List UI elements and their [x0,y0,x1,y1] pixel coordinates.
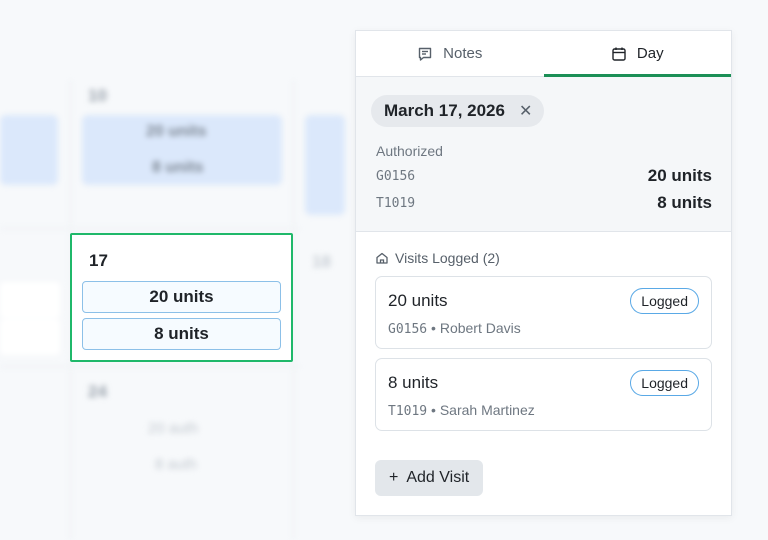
prev-week-row [0,282,60,318]
day-number-prev-row: 10 [88,86,107,105]
selected-day-cell[interactable]: 17 20 units 8 units [70,233,293,362]
day-summary: March 17, 2026 ✕ Authorized G0156 20 uni… [356,77,731,232]
add-visit-button[interactable]: + Add Visit [375,460,484,496]
grid-line [0,366,300,367]
day-number: 17 [89,251,108,270]
panel-tabs: Notes Day [356,31,731,77]
plus-icon: + [389,469,399,486]
authorized-code: T1019 [376,195,416,211]
tab-notes-label: Notes [443,45,483,62]
tab-day[interactable]: Day [543,31,732,77]
visit-meta: G0156 • Robert Davis [388,320,699,337]
visit-meta: T1019 • Sarah Martinez [388,402,699,419]
visits-section: Visits Logged (2) 20 units G0156 • Rober… [356,232,731,496]
tab-day-label: Day [636,45,664,62]
authorized-row: G0156 20 units [371,166,712,186]
grid-line [0,228,300,229]
visit-person: Sarah Martinez [439,402,535,418]
prev-day-chip: 8 units [152,159,204,176]
separator-dot: • [431,402,440,418]
next-row-chip: 20 auth [148,420,199,437]
visit-code: G0156 [388,322,428,337]
visit-card[interactable]: 8 units T1019 • Sarah Martinez Logged [375,358,712,431]
day-number-next: 18 [312,252,331,271]
visits-header: Visits Logged (2) [375,250,712,266]
status-badge: Logged [630,288,699,314]
tab-notes[interactable]: Notes [356,31,544,76]
date-pill: March 17, 2026 ✕ [371,95,545,127]
next-row-chip: 8 auth [155,456,197,473]
visit-card[interactable]: 20 units G0156 • Robert Davis Logged [375,276,712,349]
status-badge: Logged [630,370,699,396]
authorized-units: 8 units [657,193,712,212]
close-icon[interactable]: ✕ [519,101,532,121]
unit-chip[interactable]: 20 units [82,281,281,313]
date-pill-label: March 17, 2026 [384,101,505,120]
visit-person: Robert Davis [439,320,521,336]
grid-line [293,80,294,540]
calendar-icon [612,47,626,61]
prev-day-chip: 20 units [146,123,207,140]
authorized-label: Authorized [376,143,443,159]
add-visit-label: Add Visit [406,469,470,486]
visits-header-label: Visits Logged (2) [395,250,500,266]
authorized-row: T1019 8 units [371,193,712,213]
notes-icon [418,47,432,61]
day-detail-panel: Notes Day March 17, 2026 ✕ Authorized G0… [355,30,732,516]
home-icon [376,252,388,264]
visit-code: T1019 [388,404,428,419]
prev-week-row [0,319,60,355]
day-number-next-row: 24 [88,382,107,401]
authorized-units: 20 units [647,166,712,185]
unit-chip[interactable]: 8 units [82,318,281,350]
next-day-block [305,115,345,215]
separator-dot: • [431,320,440,336]
prev-week-block [0,115,58,185]
authorized-code: G0156 [376,168,416,184]
